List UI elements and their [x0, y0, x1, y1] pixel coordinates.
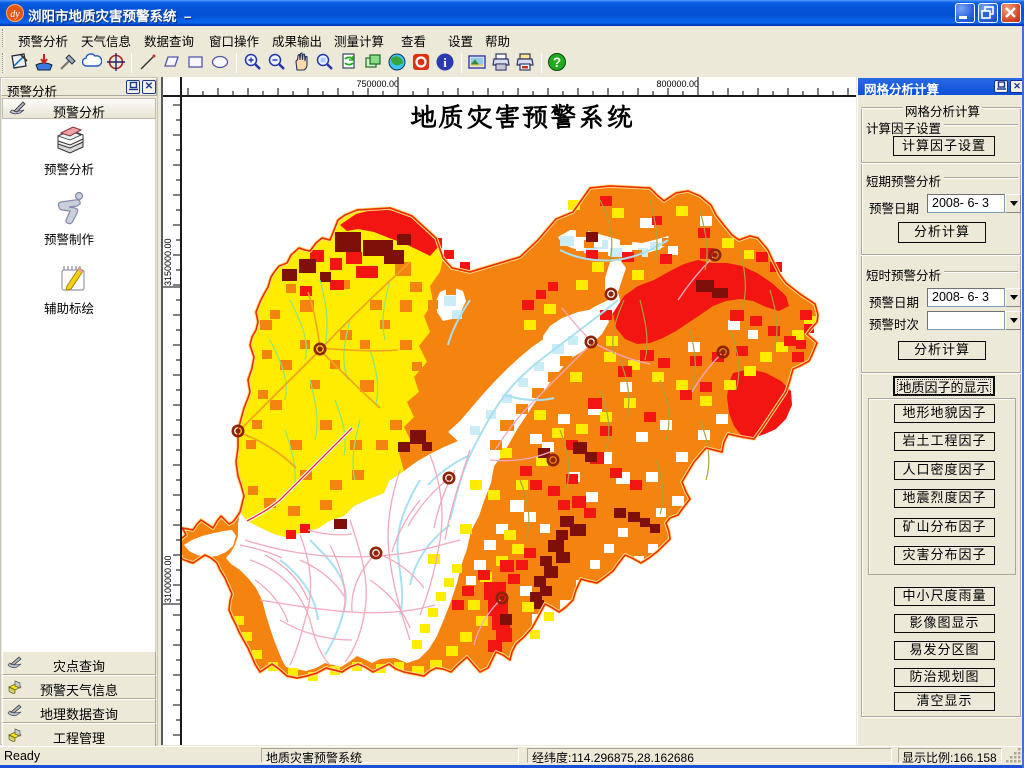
svg-text:dy: dy	[10, 9, 20, 20]
svg-text:i: i	[443, 55, 447, 70]
svg-text:800000.00: 800000.00	[656, 79, 699, 89]
svg-text:750000.00: 750000.00	[356, 79, 399, 89]
svg-text:3150000.00: 3150000.00	[163, 238, 173, 286]
svg-text:3100000.00: 3100000.00	[163, 555, 173, 603]
svg-text:?: ?	[553, 55, 561, 70]
